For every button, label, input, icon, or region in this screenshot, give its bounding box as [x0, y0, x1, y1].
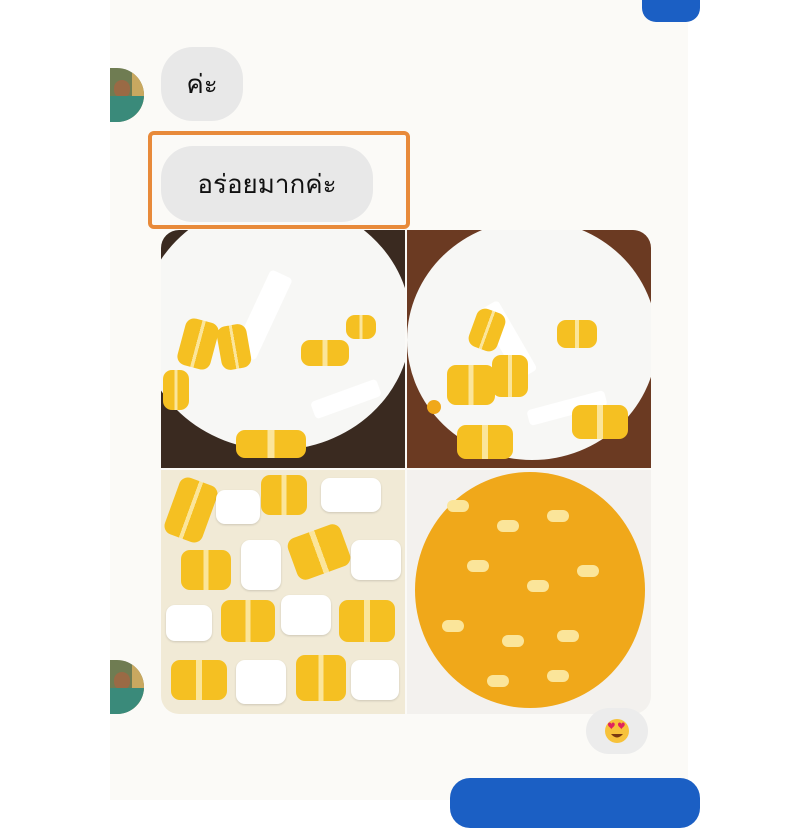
corn-kernel [487, 675, 509, 687]
avatar-shirt [110, 688, 144, 714]
dumpling [181, 550, 231, 590]
corn-kernel [502, 635, 524, 647]
dumpling [241, 540, 281, 590]
corn-dumpling [346, 315, 376, 339]
dumpling [166, 605, 212, 641]
sender-avatar[interactable] [110, 660, 144, 714]
dumpling [161, 474, 221, 546]
outgoing-message-bubble[interactable] [642, 0, 700, 22]
avatar-shirt [110, 96, 144, 122]
corn-dumpling [572, 405, 628, 439]
corn-kernel [527, 580, 549, 592]
heart-eyes-emoji-icon [605, 719, 629, 743]
corn-kernel [547, 510, 569, 522]
message-text: ค่ะ [186, 69, 218, 100]
corn-dumpling [557, 320, 597, 348]
dumpling [285, 521, 353, 583]
corn-kernel [547, 670, 569, 682]
corn-dumpling [236, 430, 306, 458]
dumpling [216, 490, 260, 524]
highlight-box [148, 131, 410, 229]
message-bubble[interactable]: ค่ะ [161, 47, 243, 121]
dumpling [261, 475, 307, 515]
reaction-badge[interactable] [586, 708, 648, 754]
photo-corn-dumplings[interactable] [161, 470, 405, 714]
corn-dumpling [447, 365, 495, 405]
dumpling [321, 478, 381, 512]
dumpling [236, 660, 286, 704]
corn-kernel [467, 560, 489, 572]
corn-dumpling [301, 340, 349, 366]
dumpling [351, 540, 401, 580]
corn-kernel [447, 500, 469, 512]
dumpling [351, 660, 399, 700]
corn-dumpling [457, 425, 513, 459]
corn-kernel [497, 520, 519, 532]
red-tapioca-bead [427, 400, 441, 414]
corn-kernel [577, 565, 599, 577]
outgoing-message-bubble[interactable] [450, 778, 700, 828]
sender-avatar[interactable] [110, 68, 144, 122]
dumpling [171, 660, 227, 700]
corn-kernel [442, 620, 464, 632]
photo-dessert-bowl-2[interactable] [407, 230, 651, 468]
dumpling [339, 600, 395, 642]
dumpling [281, 595, 331, 635]
photo-dessert-bowl-1[interactable] [161, 230, 405, 468]
corn-kernel [557, 630, 579, 642]
photo-sweet-corn[interactable] [407, 470, 651, 714]
corn-dumpling [163, 370, 189, 410]
corn-dumpling [492, 355, 528, 397]
dumpling [221, 600, 275, 642]
dumpling [296, 655, 346, 701]
